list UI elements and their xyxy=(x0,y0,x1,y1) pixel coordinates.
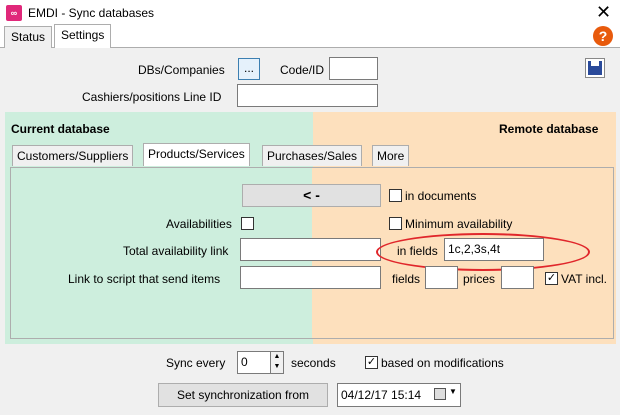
in-documents-label: in documents xyxy=(405,189,477,203)
tab-label: Products/Services xyxy=(148,147,245,161)
cashiers-input[interactable] xyxy=(237,84,378,107)
total-link-label: Total availability link xyxy=(123,244,229,258)
tab-label: Settings xyxy=(61,28,105,42)
sync-date-value: 04/12/17 15:14 xyxy=(341,388,422,402)
fields-input[interactable] xyxy=(425,266,458,289)
availabilities-label: Availabilities xyxy=(166,217,232,231)
availabilities-checkbox[interactable] xyxy=(241,217,254,230)
fields-label: fields xyxy=(392,272,421,286)
highlight-ellipse xyxy=(376,233,590,271)
script-link-input[interactable] xyxy=(240,266,381,289)
copy-left-button[interactable]: < - xyxy=(242,184,381,207)
in-documents-checkbox[interactable] xyxy=(389,189,402,202)
based-on-modifications-label: based on modifications xyxy=(381,356,504,370)
prices-input[interactable] xyxy=(501,266,534,289)
tab-label: Purchases/Sales xyxy=(267,149,358,163)
help-icon[interactable]: ? xyxy=(593,26,613,46)
tab-status[interactable]: Status xyxy=(4,26,53,48)
sync-interval-input[interactable]: 0 xyxy=(237,351,271,374)
tab-products-services[interactable]: Products/Services xyxy=(143,143,250,166)
code-input[interactable] xyxy=(329,57,378,80)
tab-purchases-sales[interactable]: Purchases/Sales xyxy=(262,145,363,166)
vat-label: VAT incl. xyxy=(561,272,608,286)
tab-more[interactable]: More xyxy=(372,145,410,166)
total-link-input[interactable] xyxy=(240,238,381,261)
dbs-label: DBs/Companies xyxy=(138,63,225,77)
save-icon[interactable] xyxy=(585,58,605,78)
tab-customers-suppliers[interactable]: Customers/Suppliers xyxy=(12,145,134,166)
tab-settings[interactable]: Settings xyxy=(54,24,112,48)
min-availability-checkbox[interactable] xyxy=(389,217,402,230)
script-link-label: Link to script that send items xyxy=(68,272,221,286)
set-synchronization-button[interactable]: Set synchronization from xyxy=(158,383,328,407)
spin-up-icon[interactable]: ▲ xyxy=(271,352,283,362)
sync-every-label: Sync every xyxy=(166,356,226,370)
code-label: Code/ID xyxy=(280,63,325,77)
sync-interval-stepper[interactable]: ▲ ▼ xyxy=(270,351,284,374)
app-icon: ∞ xyxy=(6,5,22,21)
prices-label: prices xyxy=(463,272,496,286)
based-on-modifications-checkbox[interactable]: ✓ xyxy=(365,356,378,369)
close-icon[interactable]: ✕ xyxy=(596,2,611,22)
cashiers-label: Cashiers/positions Line ID xyxy=(82,90,222,104)
vat-checkbox[interactable]: ✓ xyxy=(545,272,558,285)
min-availability-label: Minimum availability xyxy=(405,217,513,231)
tab-label: Status xyxy=(11,30,46,44)
tab-label: More xyxy=(377,149,405,163)
remote-db-heading: Remote database xyxy=(499,122,599,136)
window-title: EMDI - Sync databases xyxy=(28,6,155,20)
calendar-icon[interactable] xyxy=(434,388,446,400)
tab-label: Customers/Suppliers xyxy=(17,149,129,163)
dbs-browse-button[interactable]: ... xyxy=(238,58,260,80)
dropdown-arrow-icon[interactable]: ▼ xyxy=(449,387,457,396)
current-db-heading: Current database xyxy=(11,122,110,136)
seconds-label: seconds xyxy=(291,356,336,370)
spin-down-icon[interactable]: ▼ xyxy=(271,362,283,372)
